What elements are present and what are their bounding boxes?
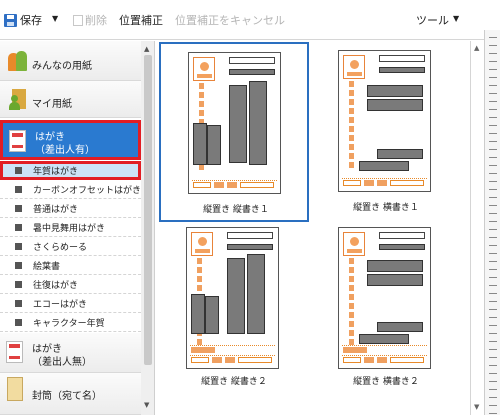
subitem-carbon-offset-postcard[interactable]: カーボンオフセットはがき <box>0 180 141 199</box>
sidebar-item-postcard-with-sender[interactable]: はがき （差出人有） <box>0 120 141 160</box>
subitem-label: カーボンオフセットはがき <box>33 186 142 196</box>
subitem-summer-greeting-postcard[interactable]: 暑中見舞用はがき <box>0 218 141 237</box>
layout-grid: 縦置き 縦書き１ 縦置き 横書き１ 縦置き 縦書き２ 縦置き 横書き２ <box>156 41 470 415</box>
stamp-icon <box>343 232 365 256</box>
subitem-character-new-year[interactable]: キャラクター年賀 <box>0 313 141 332</box>
sidebar-item-my-paper[interactable]: マイ用紙 <box>0 81 141 118</box>
bullet-square-icon <box>15 205 22 212</box>
layout-label: 縦置き 横書き２ <box>353 377 419 387</box>
person-icon <box>8 89 28 111</box>
subitem-label: 年賀はがき <box>33 167 79 177</box>
bullet-square-icon <box>15 262 22 269</box>
delete-button[interactable]: 削除 <box>85 13 107 29</box>
toolbar: 保存 ▼ 削除 位置補正 位置補正をキャンセル ツール ▼ <box>0 0 500 40</box>
layout-tile-vertical-horizontal-1[interactable]: 縦置き 横書き１ <box>311 42 461 222</box>
scroll-down-arrow-icon[interactable]: ▼ <box>144 401 149 409</box>
tools-chevron-down-icon[interactable]: ▼ <box>453 14 459 23</box>
layout-tile-vertical-vertical-2[interactable]: 縦置き 縦書き２ <box>159 227 309 407</box>
subitem-regular-postcard[interactable]: 普通はがき <box>0 199 141 218</box>
stamp-icon <box>343 55 365 79</box>
layout-tile-vertical-vertical-1[interactable]: 縦置き 縦書き１ <box>159 42 309 222</box>
subitem-echo-postcard[interactable]: エコーはがき <box>0 294 141 313</box>
layout-label: 縦置き 横書き１ <box>353 203 419 213</box>
sidebar-item-label: みんなの用紙 <box>32 61 92 72</box>
subitem-label: 暑中見舞用はがき <box>33 224 106 234</box>
subitem-label: さくらめーる <box>33 243 88 253</box>
scroll-down-arrow-icon[interactable]: ▼ <box>474 403 479 411</box>
save-button[interactable]: 保存 <box>20 13 42 29</box>
stamp-icon <box>193 57 215 81</box>
bullet-square-icon <box>15 300 22 307</box>
subitem-label: 普通はがき <box>33 205 79 215</box>
save-dropdown-chevron-icon[interactable]: ▼ <box>52 14 58 23</box>
envelope-icon <box>7 377 23 401</box>
subitem-label: キャラクター年賀 <box>33 319 105 329</box>
subitem-label: 往復はがき <box>33 281 79 291</box>
people-icon <box>8 51 28 73</box>
sidebar-scrollbar[interactable]: ▲ ▼ <box>141 41 154 415</box>
postcard-preview <box>188 52 281 194</box>
layout-label: 縦置き 縦書き２ <box>201 377 267 387</box>
sidebar-item-envelope-address[interactable]: 封筒（宛て名） <box>0 373 141 415</box>
sidebar-item-label-line2: （差出人有） <box>35 145 95 156</box>
subitem-new-year-postcard[interactable]: 年賀はがき <box>0 161 141 180</box>
stamp-icon <box>191 232 213 256</box>
bullet-square-icon <box>15 167 22 174</box>
scroll-up-arrow-icon[interactable]: ▲ <box>474 44 479 52</box>
cancel-position-adjust-button[interactable]: 位置補正をキャンセル <box>175 13 285 29</box>
vertical-ruler <box>484 30 500 415</box>
tools-menu-button[interactable]: ツール <box>416 13 449 29</box>
postcard-icon <box>9 130 26 152</box>
sidebar-item-postcard-without-sender[interactable]: はがき （差出人無） <box>0 333 141 373</box>
sidebar-item-everyone-paper[interactable]: みんなの用紙 <box>0 41 141 81</box>
sidebar-item-label: 封筒（宛て名） <box>32 391 102 402</box>
save-icon[interactable] <box>4 14 17 27</box>
postcard-preview <box>338 50 431 192</box>
postcard-preview <box>338 227 431 369</box>
layout-label: 縦置き 縦書き１ <box>203 205 269 215</box>
position-adjust-button[interactable]: 位置補正 <box>119 13 163 29</box>
subitem-label: エコーはがき <box>33 300 88 310</box>
subitem-sakura-mail[interactable]: さくらめーる <box>0 237 141 256</box>
paper-category-list: みんなの用紙 マイ用紙 はがき （差出人有） 年賀はがき カーボンオフセットはが… <box>0 41 141 415</box>
bullet-square-icon <box>15 243 22 250</box>
bullet-square-icon <box>15 319 22 326</box>
bullet-square-icon <box>15 186 22 193</box>
layout-tile-vertical-horizontal-2[interactable]: 縦置き 横書き２ <box>311 227 461 407</box>
subitem-label: 絵葉書 <box>33 262 61 272</box>
scroll-up-arrow-icon[interactable]: ▲ <box>144 45 149 53</box>
sidebar-item-label: マイ用紙 <box>32 99 72 110</box>
subitem-picture-postcard[interactable]: 絵葉書 <box>0 256 141 275</box>
sidebar: みんなの用紙 マイ用紙 はがき （差出人有） 年賀はがき カーボンオフセットはが… <box>0 41 155 415</box>
trash-icon <box>73 15 83 26</box>
postcard-preview <box>186 227 279 369</box>
sidebar-item-label-line2: （差出人無） <box>32 357 92 368</box>
layout-grid-scrollbar[interactable]: ▲ ▼ <box>470 41 484 415</box>
subitem-return-postcard[interactable]: 往復はがき <box>0 275 141 294</box>
bullet-square-icon <box>15 224 22 231</box>
scrollbar-thumb[interactable] <box>144 55 152 365</box>
postcard-icon <box>6 341 23 363</box>
bullet-square-icon <box>15 281 22 288</box>
